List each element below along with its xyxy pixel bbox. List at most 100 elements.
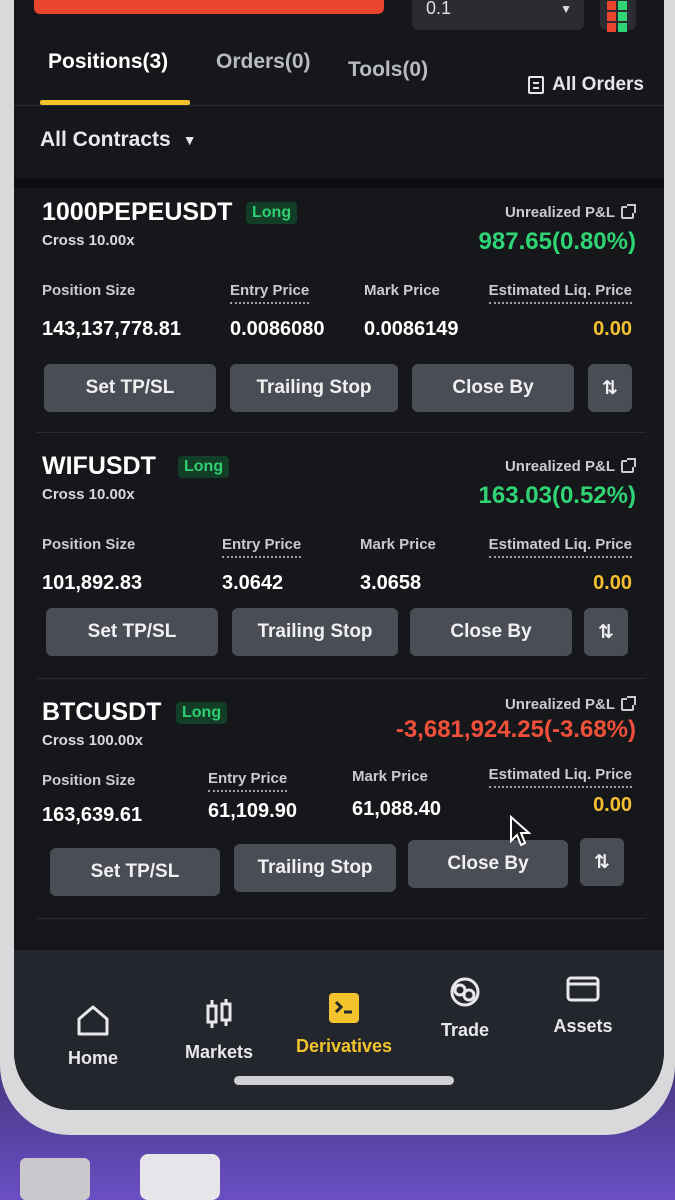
- mark-price-label: Mark Price: [352, 768, 428, 785]
- contract-filter[interactable]: All Contracts ▼: [40, 128, 197, 152]
- est-liq-price-label[interactable]: Estimated Liq. Price: [488, 766, 632, 788]
- active-tab-indicator: [40, 100, 190, 105]
- est-liq-price-label[interactable]: Estimated Liq. Price: [488, 536, 632, 558]
- unrealized-pnl-value: 987.65(0.80%): [478, 228, 636, 255]
- entry-price-label[interactable]: Entry Price: [208, 770, 288, 792]
- section-divider: [14, 178, 664, 188]
- set-tpsl-button[interactable]: Set TP/SL: [46, 608, 218, 656]
- position-size-value: 101,892.83: [42, 572, 143, 594]
- leverage-select[interactable]: 0.1 ▼: [412, 0, 584, 30]
- position-symbol[interactable]: WIFUSDT: [42, 452, 156, 481]
- entry-price-value: 3.0642: [222, 572, 284, 594]
- margin-mode[interactable]: Cross 10.00x: [42, 486, 135, 503]
- tab-positions[interactable]: Positions(3): [48, 50, 168, 74]
- unrealized-pnl-label[interactable]: Unrealized P&L: [504, 696, 636, 713]
- card-divider: [36, 432, 646, 433]
- unrealized-pnl-value: -3,681,924.25(-3.68%): [395, 716, 636, 743]
- mark-price-value: 61,088.40: [352, 798, 441, 820]
- est-liq-price-value: 0.00: [593, 572, 632, 594]
- nav-label: Derivatives: [295, 1036, 393, 1056]
- card-divider: [36, 678, 646, 679]
- unrealized-pnl-label[interactable]: Unrealized P&L: [504, 204, 636, 221]
- nav-assets[interactable]: Assets: [528, 970, 638, 1037]
- nav-label: Home: [67, 1048, 118, 1068]
- position-size-value: 163,639.61: [42, 804, 143, 826]
- position-size-label: Position Size: [42, 536, 136, 553]
- reverse-position-button[interactable]: ⇅: [580, 838, 624, 886]
- positions-tabs: Positions(3) Orders(0) Tools(0) All Orde…: [14, 44, 664, 106]
- position-symbol[interactable]: 1000PEPEUSDT: [42, 198, 232, 227]
- derivatives-icon: [329, 993, 359, 1023]
- all-orders-label: All Orders: [552, 74, 644, 95]
- unrealized-pnl-text: Unrealized P&L: [504, 458, 615, 475]
- nav-label: Assets: [553, 1016, 613, 1036]
- trailing-stop-button[interactable]: Trailing Stop: [234, 844, 396, 892]
- mark-price-label: Mark Price: [360, 536, 436, 553]
- trailing-stop-button[interactable]: Trailing Stop: [232, 608, 398, 656]
- position-size-label: Position Size: [42, 282, 136, 299]
- entry-price-label[interactable]: Entry Price: [230, 282, 310, 304]
- est-liq-price-label[interactable]: Estimated Liq. Price: [488, 282, 632, 304]
- margin-mode[interactable]: Cross 100.00x: [42, 732, 143, 749]
- all-orders-link[interactable]: All Orders: [528, 74, 644, 96]
- unrealized-pnl-text: Unrealized P&L: [504, 204, 615, 221]
- unrealized-pnl-label[interactable]: Unrealized P&L: [504, 458, 636, 475]
- trailing-stop-button[interactable]: Trailing Stop: [230, 364, 398, 412]
- mark-price-label: Mark Price: [364, 282, 440, 299]
- set-tpsl-button[interactable]: Set TP/SL: [50, 848, 220, 896]
- close-by-button[interactable]: Close By: [410, 608, 572, 656]
- chevron-down-icon: ▼: [560, 2, 572, 16]
- dock-app-icon[interactable]: [20, 1158, 90, 1200]
- position-size-value: 143,137,778.81: [42, 318, 182, 340]
- mouse-cursor-icon: [510, 815, 531, 847]
- reverse-position-button[interactable]: ⇅: [588, 364, 632, 412]
- leverage-select-value: 0.1: [426, 0, 452, 18]
- caret-down-icon: ▼: [182, 132, 197, 148]
- card-divider: [36, 918, 646, 919]
- entry-price-value: 0.0086080: [230, 318, 325, 340]
- position-symbol[interactable]: BTCUSDT: [42, 698, 161, 727]
- close-by-button[interactable]: Close By: [408, 840, 568, 888]
- desktop-dock: [0, 1150, 675, 1200]
- trade-icon: [450, 977, 480, 1007]
- margin-mode[interactable]: Cross 10.00x: [42, 232, 135, 249]
- unrealized-pnl-text: Unrealized P&L: [504, 696, 615, 713]
- wallet-icon: [566, 976, 600, 1002]
- set-tpsl-button[interactable]: Set TP/SL: [44, 364, 216, 412]
- dock-app-icon[interactable]: [140, 1154, 220, 1200]
- nav-markets[interactable]: Markets: [164, 996, 274, 1063]
- phone-frame: 0.1 ▼ Positions(3) Orders(0) Tools(0) Al…: [0, 0, 675, 1135]
- unrealized-pnl-value: 163.03(0.52%): [478, 482, 636, 509]
- sell-button[interactable]: [34, 0, 384, 14]
- document-icon: [528, 76, 545, 94]
- nav-label: Trade: [440, 1020, 490, 1040]
- entry-price-value: 61,109.90: [208, 800, 297, 822]
- nav-label: Markets: [184, 1042, 254, 1062]
- swap-arrows-icon: ⇅: [594, 851, 610, 873]
- nav-trade[interactable]: Trade: [410, 974, 520, 1041]
- tab-orders[interactable]: Orders(0): [216, 50, 311, 74]
- app-screen: 0.1 ▼ Positions(3) Orders(0) Tools(0) Al…: [14, 0, 664, 1110]
- candlestick-icon: [206, 999, 232, 1028]
- top-bar: 0.1 ▼: [14, 0, 664, 40]
- side-badge: Long: [176, 702, 228, 724]
- home-indicator[interactable]: [234, 1076, 454, 1085]
- close-by-button[interactable]: Close By: [412, 364, 574, 412]
- home-icon: [77, 1005, 109, 1036]
- share-icon: [621, 458, 636, 473]
- position-size-label: Position Size: [42, 772, 136, 789]
- share-icon: [621, 696, 636, 711]
- mark-price-value: 3.0658: [360, 572, 422, 594]
- share-icon: [621, 204, 636, 219]
- est-liq-price-value: 0.00: [593, 318, 632, 340]
- entry-price-label[interactable]: Entry Price: [222, 536, 302, 558]
- est-liq-price-value: 0.00: [593, 794, 632, 816]
- nav-derivatives[interactable]: Derivatives: [289, 990, 399, 1057]
- side-badge: Long: [246, 202, 298, 224]
- tab-tools[interactable]: Tools(0): [348, 58, 428, 82]
- orderbook-layout-icon[interactable]: [600, 0, 636, 32]
- reverse-position-button[interactable]: ⇅: [584, 608, 628, 656]
- swap-arrows-icon: ⇅: [602, 377, 618, 399]
- nav-home[interactable]: Home: [38, 1002, 148, 1069]
- swap-arrows-icon: ⇅: [598, 621, 614, 643]
